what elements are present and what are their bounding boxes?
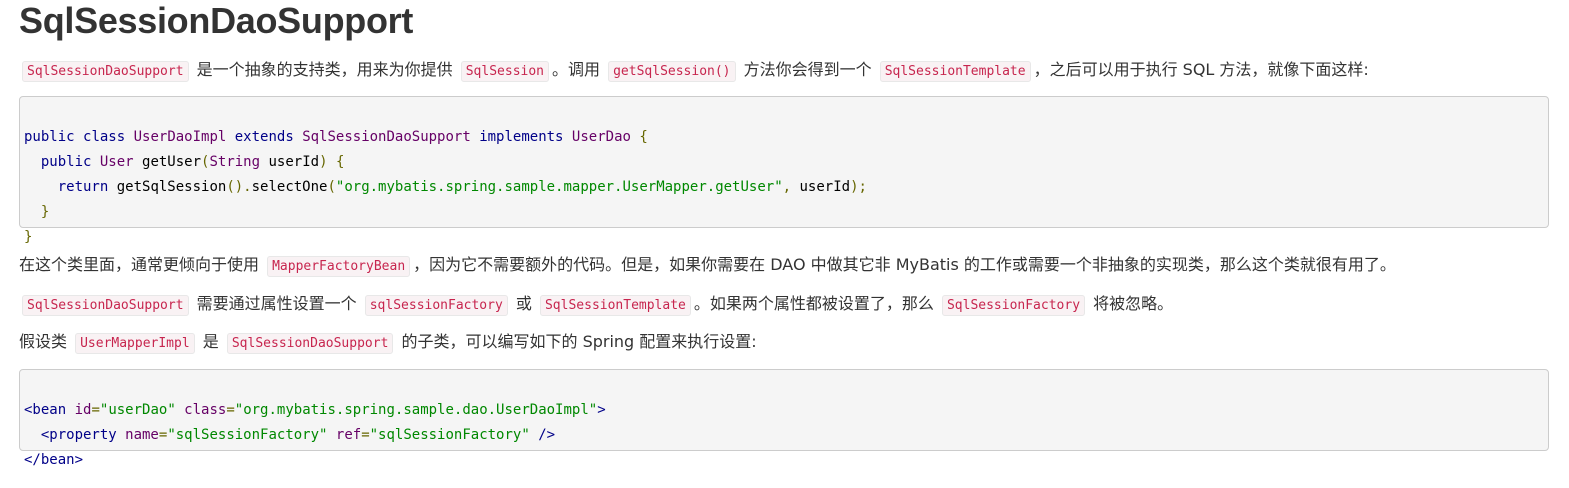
- code-token: getSqlSession: [108, 179, 227, 195]
- code-token: User: [99, 154, 134, 170]
- code-line: <property name="sqlSessionFactory" ref="…: [24, 423, 1548, 448]
- code-line: <bean id="userDao" class="org.mybatis.sp…: [24, 398, 1548, 423]
- code-token: "org.mybatis.spring.sample.dao.UserDaoIm…: [234, 402, 598, 418]
- paragraph-properties: SqlSessionDaoSupport 需要通过属性设置一个 sqlSessi…: [19, 291, 1173, 319]
- code-token: "org.mybatis.spring.sample.mapper.UserMa…: [335, 179, 783, 195]
- paragraph-text: 。调用: [552, 60, 606, 79]
- code-token: getUser: [133, 154, 202, 170]
- paragraph-text: 是: [197, 332, 224, 351]
- intro-paragraph: SqlSessionDaoSupport 是一个抽象的支持类，用来为你提供 Sq…: [19, 57, 1369, 85]
- code-token: />: [529, 427, 556, 443]
- inline-code: SqlSessionFactory: [941, 295, 1086, 316]
- inline-code: MapperFactoryBean: [267, 256, 411, 277]
- paragraph-text: 假设类: [19, 332, 73, 351]
- code-token: {: [639, 129, 648, 145]
- code-token: <property: [40, 427, 117, 443]
- code-token: ): [319, 154, 328, 170]
- code-token: }: [24, 229, 33, 245]
- code-token: userId: [260, 154, 320, 170]
- paragraph-text: 的子类，可以编写如下的 Spring 配置来执行设置:: [396, 332, 757, 351]
- paragraph-spring-config: 假设类 UserMapperImpl 是 SqlSessionDaoSuppor…: [19, 329, 757, 357]
- code-token: ,: [782, 179, 792, 195]
- inline-code: SqlSessionDaoSupport: [22, 295, 189, 316]
- code-token: return: [57, 179, 109, 195]
- code-token: extends: [234, 129, 294, 145]
- code-line: }: [24, 200, 1548, 225]
- paragraph-text: 方法你会得到一个: [738, 60, 877, 79]
- code-token: (: [327, 179, 336, 195]
- code-token: id: [66, 402, 92, 418]
- code-token: public: [24, 129, 75, 145]
- code-token: name: [116, 427, 159, 443]
- code-line: }: [24, 225, 1548, 250]
- code-token: UserDao: [563, 129, 640, 145]
- code-token: userId: [791, 179, 851, 195]
- inline-code: getSqlSession(): [608, 61, 736, 82]
- code-token: class: [83, 129, 126, 145]
- code-token: selectOne: [251, 179, 328, 195]
- code-line: public class UserDaoImpl extends SqlSess…: [24, 125, 1548, 150]
- code-token: {: [335, 154, 345, 170]
- code-token: =: [91, 402, 100, 418]
- code-line: public User getUser(String userId) {: [24, 150, 1548, 175]
- code-token: class: [175, 402, 227, 418]
- paragraph-text: ，之后可以用于执行 SQL 方法，就像下面这样:: [1033, 60, 1369, 79]
- paragraph-mapper-factory: 在这个类里面，通常更倾向于使用 MapperFactoryBean ，因为它不需要…: [19, 252, 1396, 280]
- code-token: <bean: [24, 402, 67, 418]
- java-code-block[interactable]: public class UserDaoImpl extends SqlSess…: [19, 96, 1549, 245]
- code-token: >: [597, 402, 606, 418]
- code-token: implements: [479, 129, 564, 145]
- inline-code: sqlSessionFactory: [364, 295, 508, 316]
- code-token: "sqlSessionFactory": [167, 427, 328, 443]
- code-token: "sqlSessionFactory": [369, 427, 530, 443]
- paragraph-text: 在这个类里面，通常更倾向于使用: [19, 255, 265, 274]
- paragraph-text: 是一个抽象的支持类，用来为你提供: [191, 60, 458, 79]
- code-line: </bean>: [24, 448, 1548, 473]
- page-title: SqlSessionDaoSupport: [19, 0, 414, 41]
- code-token: ().: [226, 179, 252, 195]
- code-token: UserDaoImpl: [125, 129, 235, 145]
- paragraph-text: 或: [510, 294, 537, 313]
- code-token: =: [361, 427, 370, 443]
- code-token: =: [226, 402, 235, 418]
- inline-code: SqlSession: [460, 61, 550, 82]
- code-token: "userDao": [99, 402, 176, 418]
- inline-code: SqlSessionTemplate: [879, 61, 1031, 82]
- code-token: public: [40, 154, 92, 170]
- code-token: );: [850, 179, 867, 195]
- code-token: SqlSessionDaoSupport: [293, 129, 480, 145]
- paragraph-text: 。如果两个属性都被设置了，那么: [693, 294, 939, 313]
- inline-code: UserMapperImpl: [75, 333, 195, 354]
- code-token: ref: [327, 427, 362, 443]
- paragraph-text: ，因为它不需要额外的代码。但是，如果你需要在 DAO 中做其它非 MyBatis…: [413, 255, 1396, 274]
- paragraph-text: 需要通过属性设置一个: [191, 294, 362, 313]
- inline-code: SqlSessionTemplate: [539, 295, 691, 316]
- code-line: return getSqlSession().selectOne("org.my…: [24, 175, 1548, 200]
- paragraph-text: 将被忽略。: [1088, 294, 1174, 313]
- code-token: </bean>: [24, 452, 84, 468]
- xml-code-block[interactable]: <bean id="userDao" class="org.mybatis.sp…: [19, 369, 1549, 468]
- code-token: String: [209, 154, 261, 170]
- inline-code: SqlSessionDaoSupport: [22, 61, 189, 82]
- code-token: }: [40, 204, 50, 220]
- inline-code: SqlSessionDaoSupport: [226, 333, 394, 354]
